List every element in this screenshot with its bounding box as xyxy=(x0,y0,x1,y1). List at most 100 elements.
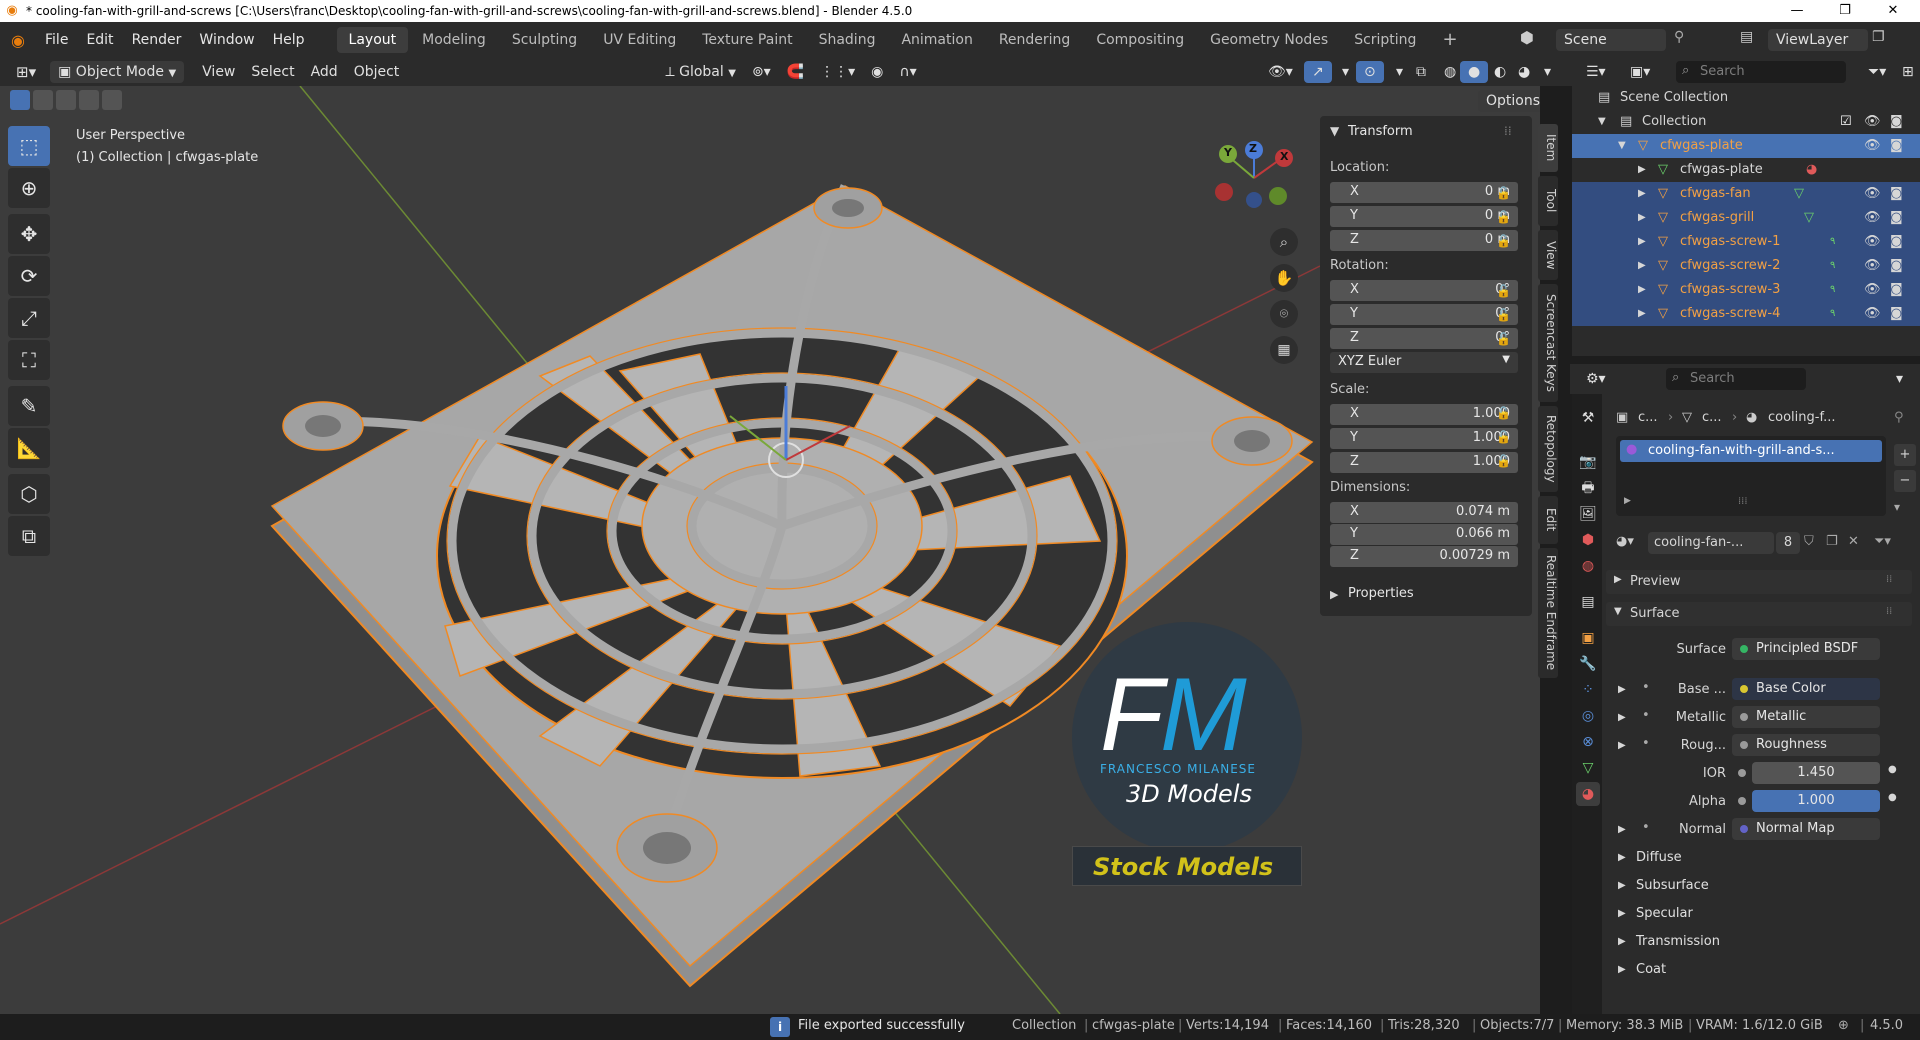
camera-icon[interactable]: ◙ xyxy=(1890,230,1903,254)
visibility-icon[interactable]: 👁▾ xyxy=(1260,61,1301,83)
filter-icon[interactable]: ⏷▾ xyxy=(1860,61,1894,83)
chevron-right-icon[interactable]: ▶ xyxy=(1618,712,1626,723)
lock-icon[interactable]: 🔓 xyxy=(1496,406,1511,420)
preview-panel-header[interactable]: ▶ Preview ⁞⁞ xyxy=(1606,570,1912,594)
tab-retopology[interactable]: Retopology xyxy=(1538,406,1558,492)
proportional-edit-icon[interactable]: ◉ xyxy=(863,61,891,83)
tab-scripting[interactable]: Scripting xyxy=(1342,27,1428,53)
constraints-tab-icon[interactable]: ⊗ xyxy=(1576,730,1600,754)
camera-icon[interactable]: ◙ xyxy=(1890,206,1903,230)
tab-view[interactable]: View xyxy=(1538,230,1558,280)
outliner-row-object[interactable]: ▶ ▽ cfwgas-screw-4 ٩ 👁 ◙ xyxy=(1572,302,1920,326)
properties-editor-type-icon[interactable]: ⚙▾ xyxy=(1578,368,1614,390)
lock-icon[interactable]: 🔓 xyxy=(1496,308,1511,322)
perspective-toggle-icon[interactable]: ▦ xyxy=(1270,336,1298,364)
checkbox-icon[interactable]: ☑ xyxy=(1840,110,1852,134)
tab-screencast-keys[interactable]: Screencast Keys xyxy=(1538,284,1558,402)
chevron-right-icon[interactable]: ▶ xyxy=(1638,230,1646,254)
material-name-field[interactable]: cooling-fan-... xyxy=(1648,532,1774,554)
outliner-row-object[interactable]: ▼ ▽ cfwgas-plate 👁 ◙ xyxy=(1572,134,1920,158)
tab-compositing[interactable]: Compositing xyxy=(1084,27,1196,53)
rotation-z-field[interactable]: Z 0° xyxy=(1330,328,1518,349)
close-button[interactable]: ✕ xyxy=(1870,0,1916,22)
tab-sculpting[interactable]: Sculpting xyxy=(500,27,589,53)
metallic-link-field[interactable]: Metallic xyxy=(1732,706,1880,728)
location-y-field[interactable]: Y0 m xyxy=(1330,206,1518,227)
chevron-down-icon[interactable]: ▼ xyxy=(1330,124,1339,138)
breadcrumb-material[interactable]: cooling-f... xyxy=(1768,410,1836,425)
breadcrumb-object[interactable]: c... xyxy=(1638,410,1658,425)
camera-icon[interactable]: ◙ xyxy=(1890,302,1903,326)
lock-icon[interactable]: 🔓 xyxy=(1496,430,1511,444)
add-cube-tool-icon[interactable]: ⬡ xyxy=(8,474,50,514)
gizmo-z-label[interactable]: Z xyxy=(1249,142,1257,155)
tab-realtime-endframe[interactable]: Realtime Endframe xyxy=(1538,548,1558,678)
drag-handle-icon[interactable]: ⁞⁞ xyxy=(1504,124,1512,138)
options-dropdown[interactable]: Options ▼ xyxy=(1478,90,1540,130)
rotation-y-field[interactable]: Y 0° xyxy=(1330,304,1518,325)
menu-object[interactable]: Object xyxy=(346,61,408,83)
properties-search-input[interactable]: ⌕ Search xyxy=(1666,368,1806,390)
duplicate-material-icon[interactable]: ❐ xyxy=(1826,534,1838,549)
coat-subpanel[interactable]: Coat xyxy=(1636,962,1666,977)
eye-icon[interactable]: 👁 xyxy=(1864,110,1881,134)
scale-x-field[interactable]: X 1.000 xyxy=(1330,404,1518,425)
particles-tab-icon[interactable]: ⁘ xyxy=(1576,678,1600,702)
chevron-right-icon[interactable]: ▶ xyxy=(1618,824,1626,835)
subsurface-subpanel[interactable]: Subsurface xyxy=(1636,878,1709,893)
tab-edit[interactable]: Edit xyxy=(1538,496,1558,544)
pin-icon[interactable]: ⚲ xyxy=(1894,410,1904,425)
select-new-icon[interactable] xyxy=(10,90,30,110)
add-slot-button[interactable]: + xyxy=(1894,444,1916,466)
chevron-right-icon[interactable]: ▶ xyxy=(1638,254,1646,278)
ior-number-field[interactable]: 1.450 xyxy=(1752,762,1880,784)
camera-icon[interactable]: ◙ xyxy=(1890,134,1903,158)
eye-icon[interactable]: 👁 xyxy=(1864,134,1881,158)
drag-handle-icon[interactable]: ⁞⁞⁞ xyxy=(1738,496,1748,507)
lock-icon[interactable]: 🔓 xyxy=(1496,454,1511,468)
menu-window[interactable]: Window xyxy=(190,22,263,58)
tab-rendering[interactable]: Rendering xyxy=(987,27,1083,53)
annotate-tool-icon[interactable]: ✎ xyxy=(8,386,50,426)
select-box-tool-icon[interactable]: ⬚ xyxy=(8,126,50,166)
tool-tab-icon[interactable]: ⚒ xyxy=(1576,406,1600,430)
eye-icon[interactable]: 👁 xyxy=(1864,230,1881,254)
tab-geometry-nodes[interactable]: Geometry Nodes xyxy=(1198,27,1340,53)
xray-icon[interactable]: ⧉ xyxy=(1408,61,1434,83)
material-slot-item[interactable]: ● cooling-fan-with-grill-and-s... xyxy=(1620,440,1882,462)
world-tab-icon[interactable]: ◍ xyxy=(1576,554,1600,578)
dimensions-x-field[interactable]: X 0.074 m xyxy=(1330,502,1518,523)
solid-shading-icon[interactable]: ● xyxy=(1460,61,1489,83)
tab-item[interactable]: Item xyxy=(1538,124,1558,172)
normal-link-field[interactable]: Normal Map xyxy=(1732,818,1880,840)
material-tab-icon[interactable]: ◕ xyxy=(1576,782,1600,806)
material-browse-icon[interactable]: ◕▾ xyxy=(1616,534,1634,549)
outliner-search-input[interactable]: ⌕ Search xyxy=(1676,61,1846,83)
rotation-mode-select[interactable]: XYZ Euler ▼ xyxy=(1330,352,1518,373)
menu-select[interactable]: Select xyxy=(243,61,302,83)
outliner-row-object[interactable]: ▶ ▽ cfwgas-screw-2 ٩ 👁 ◙ xyxy=(1572,254,1920,278)
lock-icon[interactable]: 🔓 xyxy=(1496,284,1511,298)
material-users-count[interactable]: 8 xyxy=(1776,532,1800,554)
rendered-shading-icon[interactable]: ◕ xyxy=(1510,61,1538,83)
camera-icon[interactable]: ◙ xyxy=(1890,182,1903,206)
rotation-x-field[interactable]: X 0° xyxy=(1330,280,1518,301)
gizmo-toggle-icon[interactable]: ↗ xyxy=(1304,61,1332,83)
gizmo-dropdown-icon[interactable]: ▾ xyxy=(1334,61,1357,83)
editor-type-icon[interactable]: ⊞▾ xyxy=(8,61,44,83)
falloff-icon[interactable]: ∩▾ xyxy=(891,61,924,83)
3d-viewport[interactable]: Z X Y ⌕ ✋ ⌾ ▦ User Perspective (1) Colle… xyxy=(0,86,1540,1014)
camera-icon[interactable]: ◙ xyxy=(1890,278,1903,302)
maximize-button[interactable]: ❐ xyxy=(1822,0,1868,22)
viewlayer-add-icon[interactable]: ❐ xyxy=(1872,29,1885,45)
scale-z-field[interactable]: Z 1.000 xyxy=(1330,452,1518,473)
chevron-right-icon[interactable]: ▶ xyxy=(1618,880,1626,891)
menu-render[interactable]: Render xyxy=(123,22,191,58)
menu-file[interactable]: File xyxy=(36,22,77,58)
diffuse-subpanel[interactable]: Diffuse xyxy=(1636,850,1682,865)
eye-icon[interactable]: 👁 xyxy=(1864,278,1881,302)
mode-selector[interactable]: ▣ Object Mode ▼ xyxy=(50,61,185,83)
location-z-field[interactable]: Z0 m xyxy=(1330,230,1518,251)
outliner-row-scene-collection[interactable]: ▤ Scene Collection xyxy=(1572,86,1920,110)
chevron-right-icon[interactable]: ▶ xyxy=(1618,852,1626,863)
